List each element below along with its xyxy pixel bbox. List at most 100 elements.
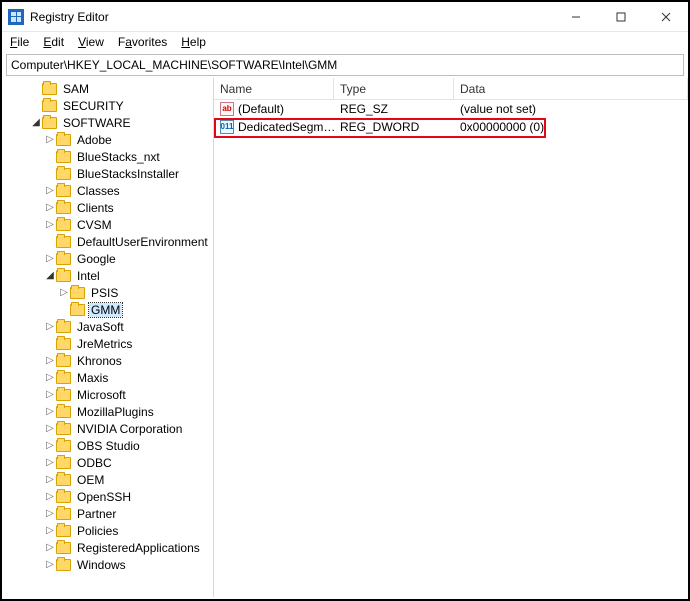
chevron-right-icon[interactable]: ▷ [44,542,56,553]
chevron-right-icon[interactable]: ▷ [44,406,56,417]
tree-item-bluestacks-nxt[interactable]: ▷BlueStacks_nxt [2,148,213,165]
tree-item-obs-studio[interactable]: ▷ OBS Studio [2,437,213,454]
menu-help[interactable]: Help [181,35,206,49]
tree-item-khronos[interactable]: ▷Khronos [2,352,213,369]
folder-icon [42,83,57,95]
folder-icon [56,525,71,537]
chevron-right-icon[interactable]: ▷ [44,253,56,264]
tree-item-intel[interactable]: ◢Intel [2,267,213,284]
menu-edit[interactable]: Edit [43,35,64,49]
tree-item-adobe[interactable]: ▷Adobe [2,131,213,148]
list-header: Name Type Data [214,78,688,100]
column-type[interactable]: Type [334,78,454,99]
tree-item-openssh[interactable]: ▷ OpenSSH [2,488,213,505]
tree-item-nvidia-corporation[interactable]: ▷ NVIDIA Corporation [2,420,213,437]
tree-item-oem[interactable]: ▷ OEM [2,471,213,488]
chevron-right-icon[interactable]: ▷ [44,321,56,332]
folder-icon [56,508,71,520]
chevron-right-icon[interactable]: ▷ [44,508,56,519]
tree-item-classes[interactable]: ▷ Classes [2,182,213,199]
tree-item-label: Classes [75,184,122,198]
tree-item-label: Maxis [75,371,110,385]
tree-item-label: OBS Studio [75,439,142,453]
chevron-right-icon[interactable]: ▷ [44,559,56,570]
folder-icon [56,219,71,231]
tree-item-label: JreMetrics [75,337,134,351]
tree-item-odbc[interactable]: ▷ODBC [2,454,213,471]
tree-item-policies[interactable]: ▷Policies [2,522,213,539]
chevron-right-icon[interactable]: ▷ [44,134,56,145]
value-row[interactable]: 011DedicatedSegm…REG_DWORD0x00000000 (0) [214,118,688,136]
value-data: (value not set) [454,102,688,116]
tree-item-label: Clients [75,201,116,215]
chevron-right-icon[interactable]: ▷ [44,423,56,434]
chevron-right-icon[interactable]: ▷ [44,440,56,451]
menu-file[interactable]: File [10,35,29,49]
tree-panel[interactable]: ▷SAM▷SECURITY◢SOFTWARE▷Adobe▷BlueStacks_… [2,78,214,597]
address-bar[interactable]: Computer\HKEY_LOCAL_MACHINE\SOFTWARE\Int… [6,54,684,76]
tree-item-label: PSIS [89,286,120,300]
column-data[interactable]: Data [454,78,688,99]
tree-item-label: Microsoft [75,388,128,402]
tree-item-label: OEM [75,473,106,487]
tree-item-label: DefaultUserEnvironment [75,235,210,249]
tree-item-javasoft[interactable]: ▷JavaSoft [2,318,213,335]
tree-item-label: BlueStacks_nxt [75,150,162,164]
chevron-right-icon[interactable]: ▷ [44,457,56,468]
tree-item-cvsm[interactable]: ▷CVSM [2,216,213,233]
chevron-down-icon[interactable]: ◢ [30,117,42,128]
tree-item-label: OpenSSH [75,490,133,504]
values-panel[interactable]: Name Type Data ab(Default)REG_SZ(value n… [214,78,688,597]
folder-icon [56,474,71,486]
tree-item-software[interactable]: ◢ SOFTWARE [2,114,213,131]
folder-icon [56,236,71,248]
tree-item-registeredapplications[interactable]: ▷ RegisteredApplications [2,539,213,556]
tree-item-sam[interactable]: ▷SAM [2,80,213,97]
tree-item-psis[interactable]: ▷ PSIS [2,284,213,301]
menu-favorites[interactable]: Favorites [118,35,167,49]
registry-editor-window: Registry Editor File Edit View Favorites… [0,0,690,601]
chevron-right-icon[interactable]: ▷ [44,389,56,400]
tree-item-google[interactable]: ▷Google [2,250,213,267]
column-name[interactable]: Name [214,78,334,99]
folder-icon [70,287,85,299]
tree-item-clients[interactable]: ▷ Clients [2,199,213,216]
tree-item-gmm[interactable]: ▷GMM [2,301,213,318]
tree-item-security[interactable]: ▷SECURITY [2,97,213,114]
chevron-right-icon[interactable]: ▷ [44,355,56,366]
tree-item-defaultuserenvironment[interactable]: ▷DefaultUserEnvironment [2,233,213,250]
maximize-button[interactable] [598,3,643,31]
folder-icon [56,423,71,435]
chevron-right-icon[interactable]: ▷ [58,287,70,298]
chevron-right-icon[interactable]: ▷ [44,185,56,196]
chevron-right-icon[interactable]: ▷ [44,491,56,502]
folder-icon [56,253,71,265]
value-row[interactable]: ab(Default)REG_SZ(value not set) [214,100,688,118]
tree-item-maxis[interactable]: ▷ Maxis [2,369,213,386]
tree-item-microsoft[interactable]: ▷ Microsoft [2,386,213,403]
folder-icon [56,338,71,350]
tree-item-mozillaplugins[interactable]: ▷MozillaPlugins [2,403,213,420]
tree-item-label: RegisteredApplications [75,541,202,555]
value-data: 0x00000000 (0) [454,120,688,134]
folder-icon [56,168,71,180]
minimize-button[interactable] [553,3,598,31]
tree-item-windows[interactable]: ▷Windows [2,556,213,573]
string-value-icon: ab [220,102,234,116]
tree-item-bluestacksinstaller[interactable]: ▷BlueStacksInstaller [2,165,213,182]
chevron-right-icon[interactable]: ▷ [44,219,56,230]
folder-icon [56,372,71,384]
chevron-down-icon[interactable]: ◢ [44,270,56,281]
chevron-right-icon[interactable]: ▷ [44,525,56,536]
tree-item-jremetrics[interactable]: ▷JreMetrics [2,335,213,352]
folder-icon [56,321,71,333]
chevron-right-icon[interactable]: ▷ [44,372,56,383]
tree-item-partner[interactable]: ▷Partner [2,505,213,522]
chevron-right-icon[interactable]: ▷ [44,474,56,485]
chevron-right-icon[interactable]: ▷ [44,202,56,213]
folder-icon [56,440,71,452]
close-button[interactable] [643,3,688,31]
menu-view[interactable]: View [78,35,104,49]
tree-item-label: NVIDIA Corporation [75,422,184,436]
tree-item-label: SOFTWARE [61,116,133,130]
